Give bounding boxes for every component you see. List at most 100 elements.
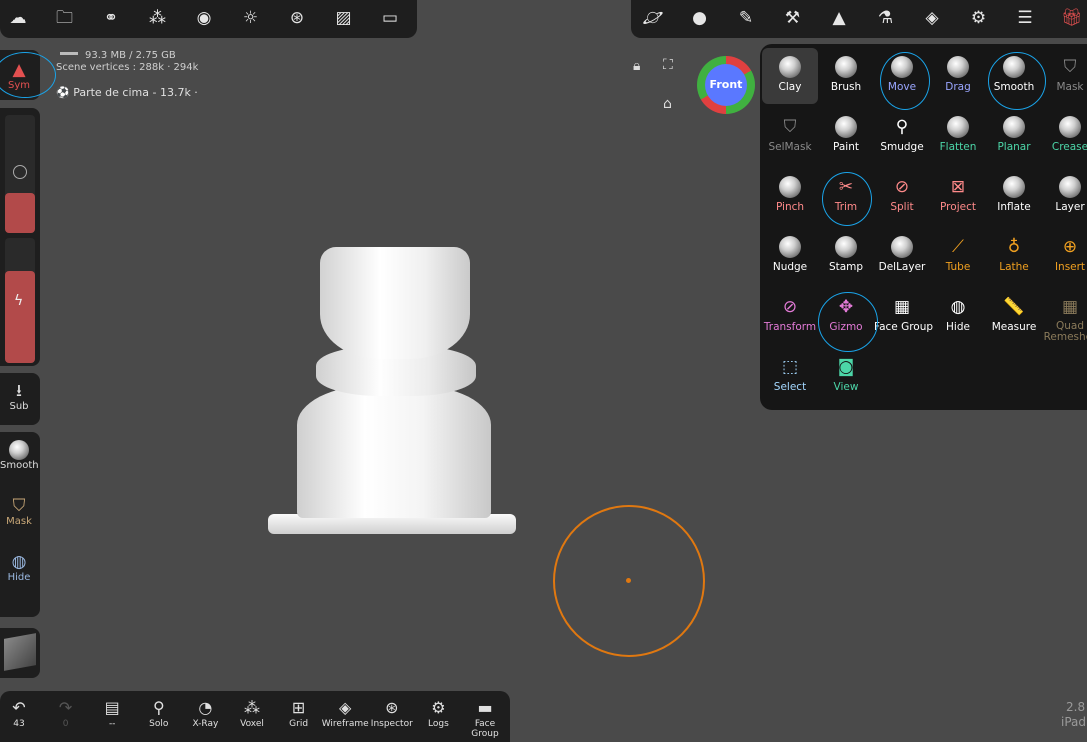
tool-clay[interactable]: Clay [762,48,818,104]
tool-smudge[interactable]: ⚲ Smudge [874,108,930,164]
face-group-icon: ▦ [893,297,911,317]
annotation-circle-sym [0,52,56,98]
tool-face-group[interactable]: ▦ Face Group [874,288,933,344]
bottom-solo-button[interactable]: ⚲ Solo [135,697,183,729]
tool-stamp[interactable]: Stamp [818,228,874,284]
tool-label: Smudge [880,141,924,153]
tool-label: Pinch [775,201,805,213]
solo-icon: ⚲ [152,698,165,717]
tool-label: Planar [997,141,1031,153]
inspector-icon: ⊛ [385,698,399,717]
tool-label: Quad Remesher [1043,320,1087,343]
lock-icon[interactable]: 🔒︎ [633,58,640,74]
flask-icon[interactable]: ⚗ [874,6,898,30]
light-icon[interactable]: ☼ [239,6,263,30]
brush-icon [835,56,857,78]
tool-hide[interactable]: ◍ Hide [930,288,986,344]
menu-icon[interactable]: ☁ [6,6,30,30]
view-cube[interactable]: Front [697,56,755,114]
files-icon[interactable]: 🗀 [53,6,77,30]
sphere-icon[interactable]: ● [688,6,712,30]
tool-inflate[interactable]: Inflate [986,168,1042,224]
bottom-toolbar: ↶ 43 ↷ 0 ▤ -- ⚲ Solo ◔ X-Ray ⁂ Voxel ⊞ Grid ◈ Wireframe… [0,691,510,742]
bottom-wireframe-button[interactable]: ◈ Wireframe [321,697,369,729]
tool-project[interactable]: ⊠ Project [930,168,986,224]
tool-mask[interactable]: ⛉ Mask [1042,48,1087,104]
tool-transform[interactable]: ⊘ Transform [762,288,818,344]
molecule-icon[interactable]: ⁂ [146,6,170,30]
mask-button[interactable]: ⛉ Mask [0,496,38,527]
device-label: iPad [1061,715,1087,729]
bottom-x-ray-button[interactable]: ◔ X-Ray [181,697,229,729]
gift-icon[interactable]: 🎁︎ [1060,6,1084,30]
bottom-0-button[interactable]: ↷ 0 [42,697,90,729]
tool-brush[interactable]: Brush [818,48,874,104]
tool-flatten[interactable]: Flatten [930,108,986,164]
nudge-icon [779,236,801,258]
radius-slider[interactable] [5,115,35,233]
settings-icon[interactable]: ⚙ [967,6,991,30]
tool-label: Nudge [772,261,808,273]
planet-icon[interactable]: 🪐︎ [641,6,665,30]
tool-tube[interactable]: ⟋ Tube [930,228,986,284]
bottom---button[interactable]: ▤ -- [88,697,136,729]
tool-label: Brush [830,81,862,93]
bottom-grid-button[interactable]: ⊞ Grid [275,697,323,729]
bottom-face-group-button[interactable]: ▬ Face Group [461,697,509,739]
hide-button[interactable]: ◍ Hide [0,552,38,583]
camera-icon[interactable]: ⊛ [285,6,309,30]
tool-selmask[interactable]: ⛉ SelMask [762,108,818,164]
bottom-logs-button[interactable]: ⚙ Logs [414,697,462,729]
smooth-button[interactable]: Smooth [0,440,39,471]
layers-icon[interactable]: ◈ [920,6,944,30]
object-row[interactable]: ⚽ Parte de cima - 13.7k · [56,86,198,99]
tool-label: Measure [991,321,1037,333]
bottom-voxel-button[interactable]: ⁂ Voxel [228,697,276,729]
tool-select[interactable]: ⬚ Select [762,348,818,404]
bottom-label: 0 [62,719,69,729]
smooth-label: Smooth [0,460,39,471]
smudge-icon: ⚲ [895,117,909,137]
object-icon: ⚽ [56,86,70,99]
tool-drag[interactable]: Drag [930,48,986,104]
tool-label: Clay [778,81,802,93]
insert-icon: ⊕ [1062,237,1078,257]
quad-remesher-icon: ▦ [1061,297,1079,317]
tool-planar[interactable]: Planar [986,108,1042,164]
model-body [297,385,491,518]
bottom-43-button[interactable]: ↶ 43 [0,697,43,729]
tool-view[interactable]: ◙ View [818,348,874,404]
tool-quad-remesher[interactable]: ▦ Quad Remesher [1042,288,1087,344]
sliders-icon[interactable]: ☰ [1013,6,1037,30]
tool-insert[interactable]: ⊕ Insert [1042,228,1087,284]
scene-graph-icon[interactable]: ⚭ [99,6,123,30]
hammer-icon[interactable]: ⚒ [781,6,805,30]
selmask-icon: ⛉ [783,117,797,137]
tool-crease[interactable]: Crease [1042,108,1087,164]
symmetry-icon[interactable]: ▲ [827,6,851,30]
paint-icon [835,116,857,138]
cube-preview-icon[interactable] [4,633,36,671]
tool-layer[interactable]: Layer [1042,168,1087,224]
material-icon[interactable]: ◉ [192,6,216,30]
brush-icon[interactable]: ✎ [734,6,758,30]
tool-measure[interactable]: 📏 Measure [986,288,1042,344]
image-icon[interactable]: ▨ [332,6,356,30]
bottom-inspector-button[interactable]: ⊛ Inspector [368,697,416,729]
fullscreen-icon[interactable]: ⛶ [663,57,673,73]
sub-button[interactable]: ⭳ Sub [0,381,38,412]
transform-icon: ⊘ [782,297,798,317]
tool-pinch[interactable]: Pinch [762,168,818,224]
tool-nudge[interactable]: Nudge [762,228,818,284]
tool-label: Mask [1056,81,1084,93]
intensity-slider[interactable]: ϟ [5,238,35,363]
home-icon[interactable]: ⌂ [663,96,672,112]
tool-label: Project [940,201,976,213]
tool-split[interactable]: ⊘ Split [874,168,930,224]
tool-label: Flatten [939,141,977,153]
planar-icon [1003,116,1025,138]
tool-paint[interactable]: Paint [818,108,874,164]
tool-lathe[interactable]: ♁ Lathe [986,228,1042,284]
video-icon[interactable]: ▭ [378,6,402,30]
tool-dellayer[interactable]: DelLayer [874,228,930,284]
